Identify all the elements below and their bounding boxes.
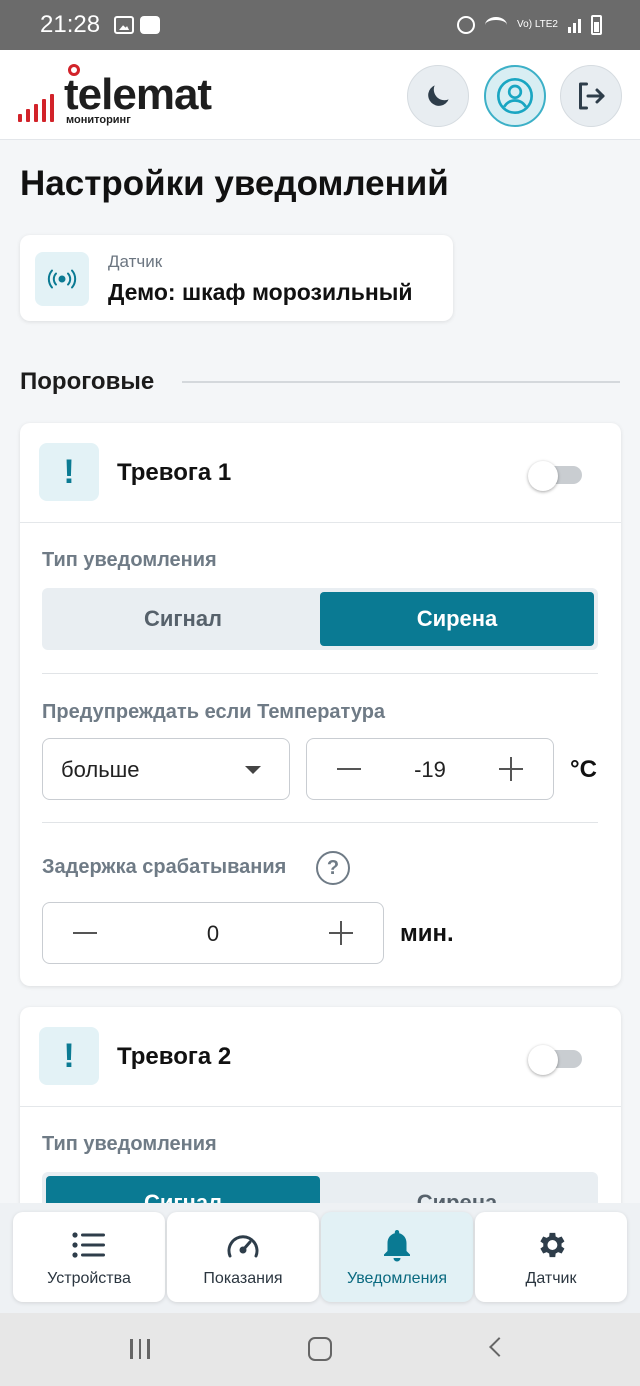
alarm-card-1: ! Тревога 1 Тип уведомления Сигнал Сирен… bbox=[20, 423, 621, 986]
status-time: 21:28 bbox=[40, 11, 101, 38]
recent-apps-button[interactable] bbox=[130, 1339, 150, 1359]
condition-label: Предупреждать если Температура bbox=[42, 701, 386, 723]
divider bbox=[42, 673, 598, 674]
sensor-label: Датчик bbox=[108, 252, 163, 271]
nav-item-readings[interactable]: Показания bbox=[167, 1212, 319, 1302]
back-button[interactable] bbox=[489, 1337, 509, 1357]
sensor-name: Демо: шкаф морозильный bbox=[108, 279, 413, 305]
alarm-1-toggle[interactable] bbox=[528, 461, 584, 491]
battery-icon bbox=[591, 15, 602, 35]
threshold-unit: °C bbox=[570, 756, 597, 783]
toggle-knob bbox=[528, 1045, 558, 1075]
exclamation-icon: ! bbox=[39, 443, 99, 501]
type-option-signal[interactable]: Сигнал bbox=[46, 592, 320, 646]
threshold-plus-button[interactable] bbox=[483, 739, 539, 799]
nav-item-notifications[interactable]: Уведомления bbox=[321, 1212, 473, 1302]
app-header: telemat мониторинг bbox=[0, 50, 640, 140]
telemat-logo[interactable]: telemat мониторинг bbox=[18, 64, 248, 130]
profile-button[interactable] bbox=[484, 65, 546, 127]
delay-stepper: 0 bbox=[42, 902, 384, 964]
section-title-thresholds: Пороговые bbox=[20, 368, 155, 395]
logout-button[interactable] bbox=[560, 65, 622, 127]
dropdown-caret-icon bbox=[245, 766, 261, 774]
bottom-navigation: Устройства Показания Уведомления Датчик bbox=[0, 1203, 640, 1313]
signal-icon bbox=[568, 17, 581, 33]
alarm-2-header: ! Тревога 2 bbox=[20, 1007, 621, 1107]
home-button[interactable] bbox=[308, 1337, 332, 1361]
logo-dot bbox=[68, 64, 80, 76]
threshold-stepper: -19 bbox=[306, 738, 554, 800]
notification-type-label: Тип уведомления bbox=[42, 1133, 217, 1155]
nav-label-notifications: Уведомления bbox=[346, 1270, 448, 1287]
notification-icons bbox=[114, 16, 161, 34]
list-icon bbox=[13, 1228, 165, 1262]
gear-icon bbox=[475, 1228, 627, 1262]
status-bar: 21:28 Vo) LTE2 bbox=[0, 0, 640, 50]
bell-icon bbox=[321, 1228, 473, 1262]
gallery-icon bbox=[114, 16, 135, 34]
user-icon bbox=[497, 78, 533, 114]
delay-label: Задержка срабатывания bbox=[42, 856, 287, 878]
logo-subtitle: мониторинг bbox=[66, 114, 131, 126]
help-icon[interactable]: ? bbox=[316, 851, 350, 885]
app-notification-icon bbox=[140, 16, 161, 34]
delay-plus-button[interactable] bbox=[313, 903, 369, 963]
nav-item-sensor[interactable]: Датчик bbox=[475, 1212, 627, 1302]
logo-text: telemat bbox=[64, 70, 212, 119]
comparison-select[interactable]: больше bbox=[42, 738, 290, 800]
nav-item-devices[interactable]: Устройства bbox=[13, 1212, 165, 1302]
alarm-1-header: ! Тревога 1 bbox=[20, 423, 621, 523]
delay-unit: мин. bbox=[400, 920, 454, 947]
wifi-icon bbox=[485, 17, 508, 33]
section-divider bbox=[182, 381, 620, 383]
page-title: Настройки уведомлений bbox=[20, 164, 449, 203]
toggle-knob bbox=[528, 461, 558, 491]
alarm-2-title: Тревога 2 bbox=[117, 1043, 232, 1070]
comparison-value: больше bbox=[61, 757, 140, 782]
status-icons: Vo) LTE2 bbox=[457, 15, 602, 35]
plus-icon bbox=[329, 922, 353, 943]
sensor-broadcast-icon bbox=[35, 252, 89, 306]
logout-icon bbox=[579, 82, 605, 110]
gauge-icon bbox=[167, 1228, 319, 1262]
logo-signal-bars bbox=[18, 92, 54, 122]
exclamation-icon: ! bbox=[39, 1027, 99, 1085]
sensor-card[interactable]: Датчик Демо: шкаф морозильный bbox=[20, 235, 453, 321]
notification-type-label: Тип уведомления bbox=[42, 549, 217, 571]
type-option-siren[interactable]: Сирена bbox=[320, 592, 594, 646]
system-navigation-bar bbox=[0, 1313, 640, 1386]
alarm-clock-icon bbox=[457, 16, 476, 34]
nav-label-sensor: Датчик bbox=[525, 1270, 577, 1287]
network-type-label: Vo) LTE2 bbox=[517, 19, 558, 30]
nav-label-readings: Показания bbox=[203, 1270, 283, 1287]
nav-label-devices: Устройства bbox=[47, 1270, 131, 1287]
moon-icon bbox=[428, 85, 449, 106]
plus-icon bbox=[499, 758, 523, 779]
notification-type-selector: Сигнал Сирена bbox=[42, 588, 598, 650]
alarm-1-title: Тревога 1 bbox=[117, 459, 232, 486]
theme-toggle-button[interactable] bbox=[407, 65, 469, 127]
alarm-2-toggle[interactable] bbox=[528, 1045, 584, 1075]
divider bbox=[42, 822, 598, 823]
